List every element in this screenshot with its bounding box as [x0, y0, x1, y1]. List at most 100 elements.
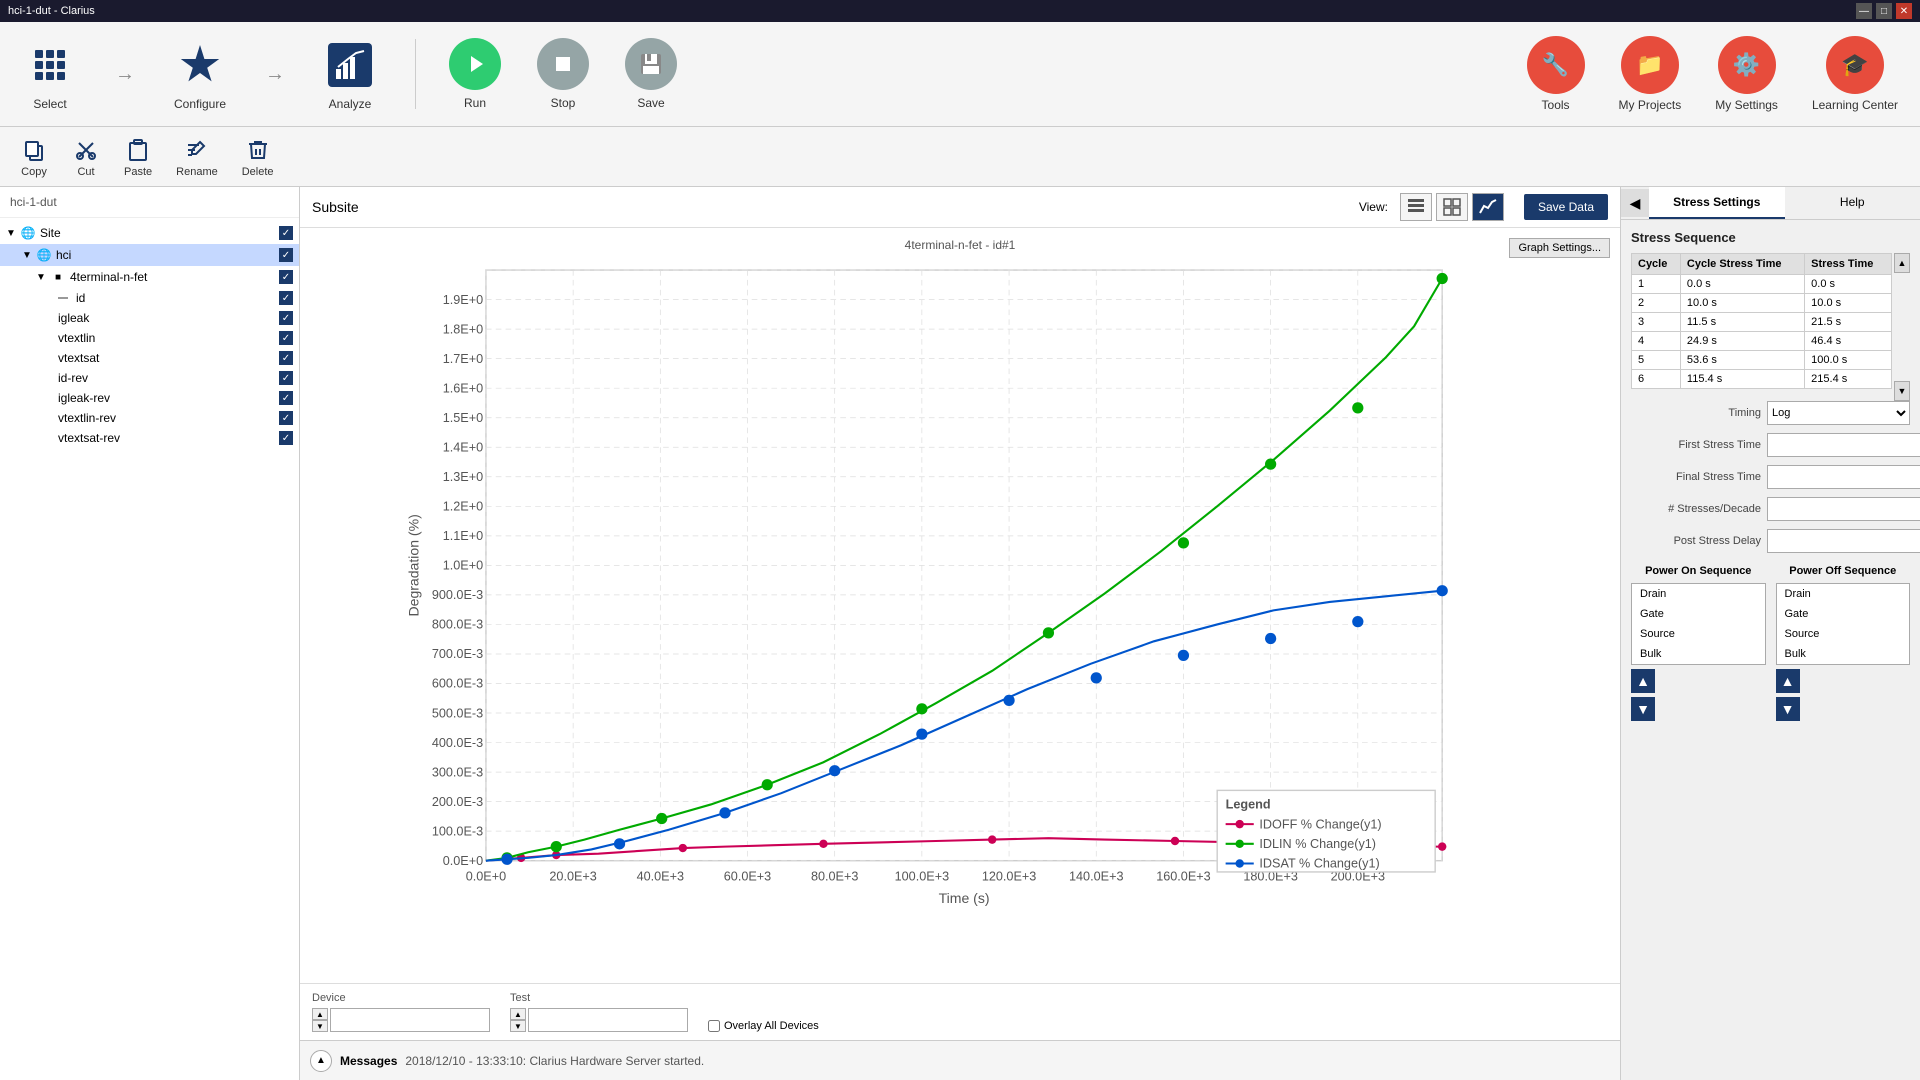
view-btn-grid[interactable] [1436, 193, 1468, 221]
stress-cycle: 5 [1632, 351, 1681, 370]
maximize-button[interactable]: □ [1876, 3, 1892, 19]
tree-item-vtextlin[interactable]: vtextlin ✓ [0, 328, 299, 348]
svg-text:100.0E-3: 100.0E-3 [432, 824, 483, 838]
tree-check-site[interactable]: ✓ [279, 226, 293, 240]
tree-check-id[interactable]: ✓ [279, 291, 293, 305]
test-input[interactable]: id#1 [528, 1008, 688, 1032]
tree-collapse-4terminal[interactable]: ▼ [36, 272, 46, 283]
configure-group[interactable]: Configure [160, 29, 240, 119]
tree-check-igleak-rev[interactable]: ✓ [279, 391, 293, 405]
test-up-btn[interactable]: ▲ [510, 1008, 526, 1020]
tree-label-site: Site [40, 226, 61, 240]
post-stress-delay-input[interactable]: 0 [1767, 529, 1920, 553]
graph-settings-button[interactable]: Graph Settings... [1509, 238, 1610, 258]
analyze-group[interactable]: Analyze [310, 29, 390, 119]
tree-collapse-site[interactable]: ▼ [6, 228, 16, 239]
tree-item-site[interactable]: ▼ 🌐 Site ✓ [0, 222, 299, 244]
top-toolbar: Select → Configure → Analyze [0, 22, 1920, 127]
paste-button[interactable]: Paste [114, 132, 162, 182]
svg-text:1.1E+0: 1.1E+0 [443, 529, 483, 543]
stresses-per-decade-input[interactable]: 3 [1767, 497, 1920, 521]
cut-button[interactable]: Cut [62, 132, 110, 182]
my-projects-group[interactable]: 📁 My Projects [1607, 28, 1694, 120]
power-on-gate[interactable]: Gate [1632, 604, 1765, 624]
tab-help[interactable]: Help [1785, 187, 1920, 219]
device-up-btn[interactable]: ▲ [312, 1008, 328, 1020]
tree-item-vtextlin-rev[interactable]: vtextlin-rev ✓ [0, 408, 299, 428]
tree-label-vtextsat-rev: vtextsat-rev [58, 431, 120, 445]
stress-cycle: 6 [1632, 370, 1681, 389]
power-on-drain[interactable]: Drain [1632, 584, 1765, 604]
close-button[interactable]: ✕ [1896, 3, 1912, 19]
power-on-down-btn[interactable]: ▼ [1631, 697, 1655, 721]
device-down-btn[interactable]: ▼ [312, 1020, 328, 1032]
view-buttons [1400, 193, 1504, 221]
svg-text:100.0E+3: 100.0E+3 [895, 869, 949, 883]
select-label: Select [33, 97, 66, 111]
power-off-drain[interactable]: Drain [1777, 584, 1910, 604]
tree-check-vtextsat[interactable]: ✓ [279, 351, 293, 365]
tools-group[interactable]: 🔧 Tools [1515, 28, 1597, 120]
test-down-btn[interactable]: ▼ [510, 1020, 526, 1032]
messages-toggle-button[interactable]: ▲ [310, 1050, 332, 1072]
tree-collapse-hci[interactable]: ▼ [22, 250, 32, 261]
tree-label-id-rev: id-rev [58, 371, 88, 385]
stress-scroll-down[interactable]: ▼ [1894, 381, 1910, 401]
learning-center-group[interactable]: 🎓 Learning Center [1800, 28, 1910, 120]
power-on-sequence: Power On Sequence Drain Gate Source Bulk… [1631, 565, 1766, 721]
stress-time: 215.4 s [1805, 370, 1892, 389]
final-stress-time-input[interactable]: 2E+05 [1767, 465, 1920, 489]
save-data-button[interactable]: Save Data [1524, 194, 1608, 220]
device-input[interactable]: 4terminal-n-fet [330, 1008, 490, 1032]
tools-label: Tools [1542, 98, 1570, 112]
power-off-bulk[interactable]: Bulk [1777, 644, 1910, 664]
rename-button[interactable]: Rename [166, 132, 228, 182]
stress-cycle-time: 24.9 s [1680, 332, 1804, 351]
power-off-down-btn[interactable]: ▼ [1776, 697, 1800, 721]
tree-item-id-rev[interactable]: id-rev ✓ [0, 368, 299, 388]
right-panel-toggle[interactable]: ◀ [1621, 189, 1649, 217]
svg-text:80.0E+3: 80.0E+3 [811, 869, 858, 883]
view-btn-table[interactable] [1400, 193, 1432, 221]
power-on-up-btn[interactable]: ▲ [1631, 669, 1655, 693]
view-btn-chart[interactable] [1472, 193, 1504, 221]
first-stress-time-input[interactable]: 10 [1767, 433, 1920, 457]
tree-item-id[interactable]: id ✓ [0, 288, 299, 308]
stop-button[interactable]: Stop [529, 30, 597, 118]
power-on-bulk[interactable]: Bulk [1632, 644, 1765, 664]
stress-scroll-up[interactable]: ▲ [1894, 253, 1910, 273]
tree-item-vtextsat-rev[interactable]: vtextsat-rev ✓ [0, 428, 299, 448]
tree-item-igleak-rev[interactable]: igleak-rev ✓ [0, 388, 299, 408]
overlay-checkbox[interactable] [708, 1020, 720, 1032]
power-off-gate[interactable]: Gate [1777, 604, 1910, 624]
tree-item-hci[interactable]: ▼ 🌐 hci ✓ [0, 244, 299, 266]
tab-stress-settings[interactable]: Stress Settings [1649, 187, 1785, 219]
titlebar-title: hci-1-dut - Clarius [8, 5, 95, 17]
tree-item-igleak[interactable]: igleak ✓ [0, 308, 299, 328]
minimize-button[interactable]: — [1856, 3, 1872, 19]
tree-item-vtextsat[interactable]: vtextsat ✓ [0, 348, 299, 368]
tree-check-igleak[interactable]: ✓ [279, 311, 293, 325]
tree-item-4terminal[interactable]: ▼ ■ 4terminal-n-fet ✓ [0, 266, 299, 288]
run-button[interactable]: Run [441, 30, 509, 118]
select-group[interactable]: Select [10, 29, 90, 119]
timing-select[interactable]: Log Linear [1767, 401, 1910, 425]
tree-check-vtextlin-rev[interactable]: ✓ [279, 411, 293, 425]
power-off-up-btn[interactable]: ▲ [1776, 669, 1800, 693]
power-on-source[interactable]: Source [1632, 624, 1765, 644]
save-button[interactable]: Save [617, 30, 685, 118]
svg-text:20.0E+3: 20.0E+3 [549, 869, 596, 883]
tree-check-4terminal[interactable]: ✓ [279, 270, 293, 284]
tree-check-hci[interactable]: ✓ [279, 248, 293, 262]
delete-button[interactable]: Delete [232, 132, 284, 182]
tree-check-id-rev[interactable]: ✓ [279, 371, 293, 385]
stress-cycle-time: 10.0 s [1680, 294, 1804, 313]
titlebar-controls[interactable]: — □ ✕ [1856, 3, 1912, 19]
tree-label-igleak-rev: igleak-rev [58, 391, 110, 405]
power-off-source[interactable]: Source [1777, 624, 1910, 644]
my-settings-group[interactable]: ⚙️ My Settings [1703, 28, 1790, 120]
arrow-sep-2: → [260, 54, 290, 94]
tree-check-vtextsat-rev[interactable]: ✓ [279, 431, 293, 445]
copy-button[interactable]: Copy [10, 132, 58, 182]
tree-check-vtextlin[interactable]: ✓ [279, 331, 293, 345]
